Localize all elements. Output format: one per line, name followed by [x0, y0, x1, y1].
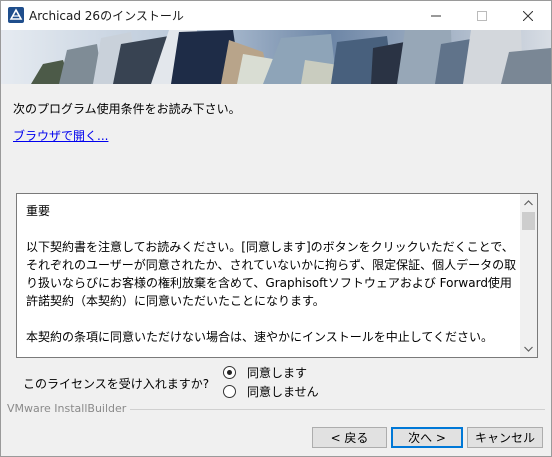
- scrollbar-thumb[interactable]: [522, 212, 535, 230]
- license-paragraph-1: 以下契約書を注意してお読みください。[同意します]のボタンをクリックいただくこと…: [26, 240, 517, 308]
- installer-window: Archicad 26のインストール 次のプログラム使用条件をお読み下さい。 ブ…: [0, 0, 552, 457]
- back-button[interactable]: < 戻る: [312, 427, 387, 448]
- license-text-area[interactable]: 重要 以下契約書を注意してお読みください。[同意します]のボタンをクリックいただ…: [16, 193, 538, 358]
- radio-agree-button[interactable]: [223, 365, 236, 379]
- cancel-button[interactable]: キャンセル: [467, 427, 543, 448]
- license-content: 重要 以下契約書を注意してお読みください。[同意します]のボタンをクリックいただ…: [26, 202, 520, 357]
- close-button[interactable]: [505, 1, 551, 30]
- architecture-banner-image: [1, 30, 551, 84]
- license-heading: 重要: [26, 204, 51, 218]
- maximize-button[interactable]: [459, 1, 505, 30]
- instruction-text: 次のプログラム使用条件をお読み下さい。: [13, 102, 241, 116]
- radio-disagree[interactable]: 同意しません: [223, 383, 319, 399]
- open-in-browser-link[interactable]: ブラウザで開く...: [13, 127, 108, 144]
- radio-agree[interactable]: 同意します: [223, 364, 307, 380]
- window-title: Archicad 26のインストール: [29, 9, 184, 23]
- scroll-up-arrow-icon[interactable]: [520, 194, 537, 211]
- radio-agree-label[interactable]: 同意します: [247, 364, 307, 381]
- license-paragraph-2: 本契約の条項に同意いただけない場合は、速やかにインストールを中止してください。: [26, 330, 494, 344]
- scroll-down-arrow-icon[interactable]: [520, 340, 537, 357]
- installbuilder-brand-label: VMware InstallBuilder: [7, 402, 131, 415]
- minimize-button[interactable]: [413, 1, 459, 30]
- title-bar: Archicad 26のインストール: [1, 1, 551, 30]
- accept-license-question: このライセンスを受け入れますか?: [23, 377, 210, 391]
- dialog-content: 次のプログラム使用条件をお読み下さい。 ブラウザで開く... 重要 以下契約書を…: [1, 84, 551, 456]
- license-scrollbar[interactable]: [520, 194, 537, 357]
- radio-disagree-label[interactable]: 同意しません: [247, 383, 319, 400]
- next-button[interactable]: 次へ >: [391, 427, 463, 448]
- archicad-app-icon: [8, 7, 24, 23]
- radio-disagree-button[interactable]: [223, 384, 236, 398]
